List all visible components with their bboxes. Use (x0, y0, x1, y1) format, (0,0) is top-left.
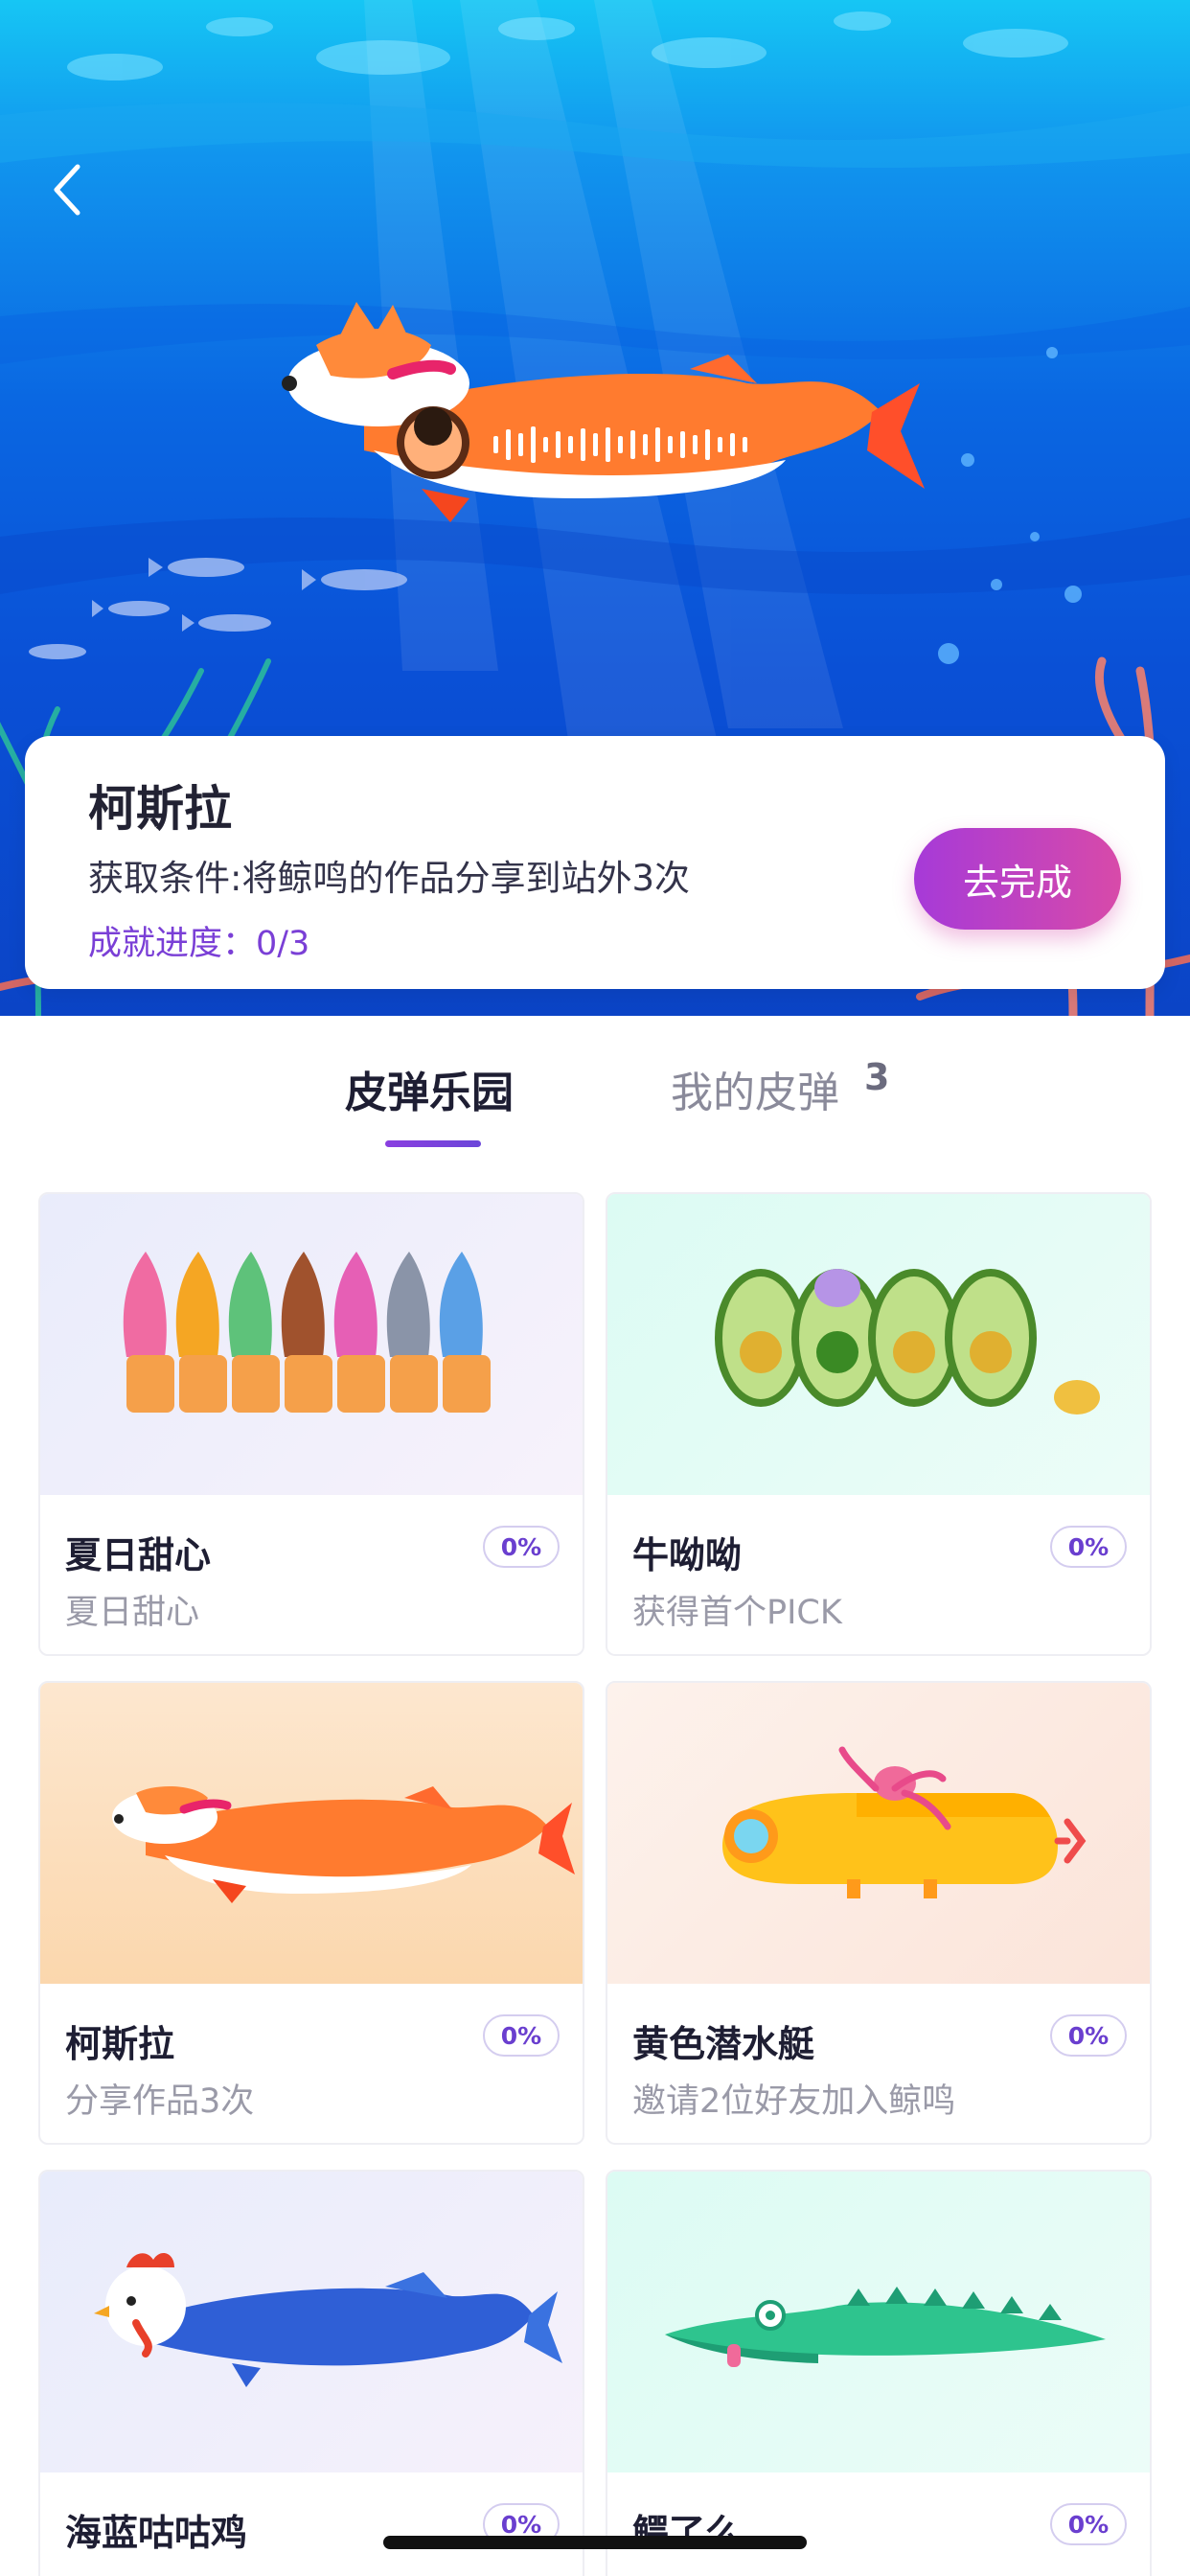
skin-card[interactable]: 柯斯拉 0% 分享作品3次 (38, 1681, 584, 2145)
progress-badge: 0% (1050, 1526, 1127, 1568)
skin-name: 黄色潜水艇 (632, 2023, 815, 2065)
corgi-fish-icon (112, 1786, 575, 1903)
tab-active-indicator (385, 1140, 481, 1147)
skin-desc: 获得首个PICK (632, 1594, 842, 1632)
tab-bar: 皮弹乐园 我的皮弹 3 (0, 1016, 1190, 1160)
skin-image (40, 2172, 583, 2472)
ice-cream-icon (123, 1252, 491, 1413)
skin-card[interactable]: 黄色潜水艇 0% 邀请2位好友加入鲸鸣 (606, 1681, 1152, 2145)
achievement-progress: 成就进度：0/3 (88, 925, 310, 963)
progress-badge: 0% (483, 2014, 560, 2057)
skin-name: 海蓝咕咕鸡 (65, 2512, 248, 2554)
tab-skin-park[interactable]: 皮弹乐园 (345, 1058, 514, 1119)
my-skins-count: 3 (864, 1056, 890, 1098)
skin-info-card: 柯斯拉 获取条件:将鲸鸣的作品分享到站外3次 成就进度：0/3 去完成 (25, 736, 1165, 989)
skin-image (40, 1194, 583, 1495)
skin-card[interactable]: 夏日甜心 0% 夏日甜心 (38, 1192, 584, 1656)
submarine-icon (722, 1746, 1087, 1898)
home-indicator (383, 2536, 807, 2549)
rooster-fish-icon (94, 2253, 562, 2387)
skin-name: 柯斯拉 (65, 2023, 175, 2065)
crocodile-icon (665, 2287, 1106, 2367)
skin-card[interactable]: 鳄了么 0% (606, 2170, 1152, 2576)
back-button[interactable] (38, 151, 96, 228)
tab-my-skins[interactable]: 我的皮弹 (671, 1058, 839, 1119)
skin-title: 柯斯拉 (88, 781, 232, 837)
skin-image (607, 2172, 1150, 2472)
chevron-left-icon (54, 164, 80, 216)
skin-condition: 获取条件:将鲸鸣的作品分享到站外3次 (88, 858, 691, 899)
skin-name: 夏日甜心 (65, 1534, 212, 1576)
skin-card[interactable]: 海蓝咕咕鸡 0% (38, 2170, 584, 2576)
skin-image (607, 1683, 1150, 1984)
progress-badge: 0% (483, 1526, 560, 1568)
skin-desc: 邀请2位好友加入鲸鸣 (632, 2082, 956, 2121)
skin-image (607, 1194, 1150, 1495)
skin-desc: 夏日甜心 (65, 1594, 200, 1632)
progress-badge: 0% (1050, 2014, 1127, 2057)
go-complete-button[interactable]: 去完成 (914, 828, 1121, 930)
skin-desc: 分享作品3次 (65, 2082, 255, 2121)
skin-card[interactable]: 牛呦呦 0% 获得首个PICK (606, 1192, 1152, 1656)
progress-badge: 0% (1050, 2503, 1127, 2545)
skin-image (40, 1683, 583, 1984)
hero-banner: 柯斯拉 获取条件:将鲸鸣的作品分享到站外3次 成就进度：0/3 去完成 (0, 0, 1190, 1016)
avocado-icon (715, 1269, 1100, 1414)
skin-name: 牛呦呦 (632, 1534, 743, 1576)
